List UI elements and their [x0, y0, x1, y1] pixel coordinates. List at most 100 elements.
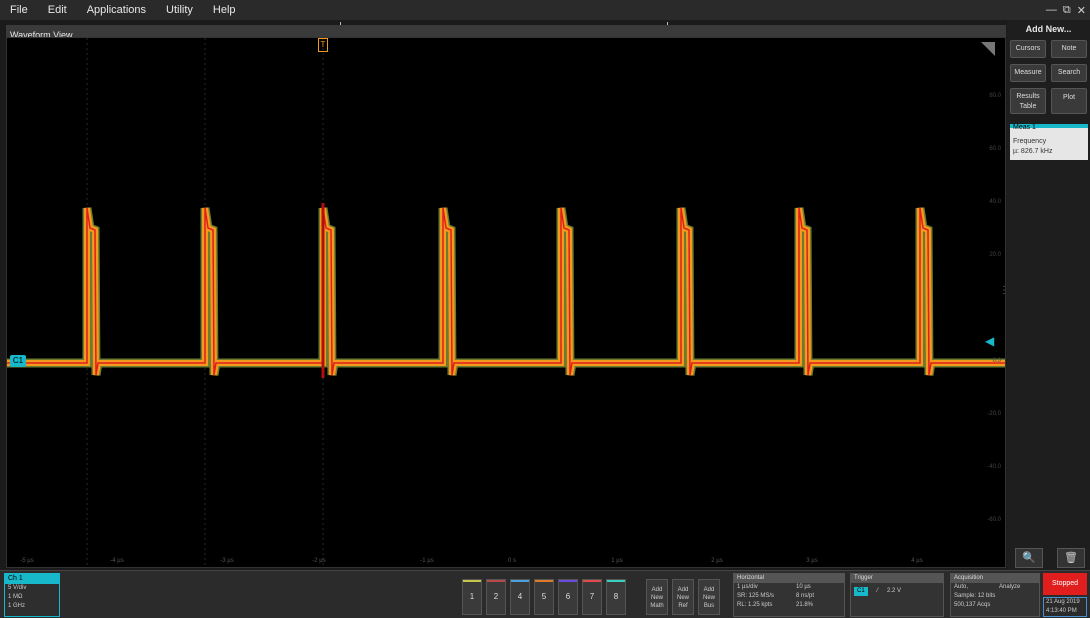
add-ref-line3: Ref — [678, 603, 688, 609]
menu-bar: File Edit Applications Utility Help — ⧉ … — [0, 0, 1090, 20]
add-bus-line1: Add — [703, 587, 715, 593]
add-ref-line2: New — [676, 595, 689, 601]
horizontal-badge[interactable]: Horizontal 1 µs/div SR: 125 MS/s RL: 1.2… — [733, 573, 845, 617]
channel-button-label: 2 — [493, 592, 499, 601]
note-button[interactable]: Note — [1051, 40, 1087, 58]
horizontal-duration: 10 µs — [796, 584, 811, 590]
add-new-title: Add New... — [1025, 24, 1072, 34]
panel-resize-handle-icon[interactable]: ⋮ — [999, 285, 1009, 305]
channel-1-badge[interactable]: Ch 1 5 V/div 1 MΩ 1 GHz — [4, 573, 60, 617]
channel-8-button[interactable]: 8 — [606, 579, 626, 615]
zoom-search-icon[interactable]: 🔍 — [1015, 548, 1043, 568]
cursors-button[interactable]: Cursors — [1010, 40, 1046, 58]
trigger-source: C1 — [854, 587, 868, 596]
window-controls: — ⧉ ✕ — [1046, 0, 1086, 20]
channel-4-button[interactable]: 4 — [510, 579, 530, 615]
channel-1-label: Ch 1 — [5, 574, 59, 584]
channel-7-button[interactable]: 7 — [582, 579, 602, 615]
horizontal-scale: 1 µs/div — [737, 584, 758, 590]
acquisition-sample: Sample: 12 bits — [954, 593, 996, 599]
channel-color-stripe — [535, 580, 553, 582]
trigger-position-marker[interactable]: T — [318, 38, 328, 52]
waveform-glow — [7, 207, 1005, 376]
waveform-trace-core — [7, 207, 1005, 376]
acquisition-badge[interactable]: Acquisition Auto, Sample: 12 bits 500,13… — [950, 573, 1040, 617]
waveform-view[interactable]: T C1 ◀ 80.0 60.0 40.0 20.0 0.0 -20.0 -40… — [6, 37, 1006, 568]
y-tick: 80.0 — [989, 93, 1001, 99]
channel-1-bandwidth: 1 GHz — [8, 603, 26, 609]
date: 21 Aug 2019 — [1046, 599, 1080, 605]
acquisition-count: 500,137 Acqs — [954, 602, 991, 608]
add-math-line2: New — [650, 595, 663, 601]
trigger-level: 2.2 V — [887, 588, 902, 594]
menu-applications[interactable]: Applications — [77, 0, 156, 20]
waveform-canvas — [7, 38, 1005, 567]
close-icon[interactable]: ✕ — [1077, 4, 1086, 17]
y-tick: 0.0 — [992, 358, 1001, 364]
measure-button[interactable]: Measure — [1010, 64, 1046, 82]
results-table-button[interactable]: Results Table — [1010, 88, 1046, 114]
minimize-icon[interactable]: — — [1046, 4, 1057, 16]
menu-utility[interactable]: Utility — [156, 0, 203, 20]
channel-1-offset-marker[interactable]: C1 — [10, 355, 26, 367]
channel-color-stripe — [463, 580, 481, 582]
add-bus-line2: New — [702, 595, 715, 601]
add-ref-line1: Add — [677, 587, 689, 593]
add-math-line3: Math — [650, 603, 664, 609]
trigger-slope-icon: ⁄ — [877, 588, 879, 594]
y-tick: 60.0 — [989, 146, 1001, 152]
waveform-view-header: Waveform View — [6, 25, 1006, 40]
x-tick: -2 µs — [312, 558, 326, 564]
y-tick: -60.0 — [987, 517, 1001, 523]
channel-color-stripe — [487, 580, 505, 582]
trash-icon[interactable]: 🗑 — [1057, 548, 1085, 568]
x-tick: 3 µs — [806, 558, 818, 564]
x-axis-ticks: -5 µs -4 µs -3 µs -2 µs -1 µs 0 s 1 µs 2 µs 3 µs… — [7, 558, 1007, 568]
add-new-ref-button[interactable]: Add New Ref — [672, 579, 694, 615]
add-math-line1: Add — [651, 587, 663, 593]
y-tick: -20.0 — [987, 411, 1001, 417]
channel-color-stripe — [511, 580, 529, 582]
horizontal-resolution: 8 ns/pt — [796, 593, 815, 599]
channel-button-label: 1 — [469, 592, 475, 601]
add-new-math-button[interactable]: Add New Math — [646, 579, 668, 615]
date-time: 21 Aug 2019 4:13:40 PM — [1043, 597, 1087, 617]
search-button[interactable]: Search — [1051, 64, 1087, 82]
settings-bar: Ch 1 5 V/div 1 MΩ 1 GHz 1 2 4 5 6 7 8 Add New … — [0, 570, 1090, 618]
add-bus-line3: Bus — [703, 603, 715, 609]
add-new-bus-button[interactable]: Add New Bus — [698, 579, 720, 615]
acquisition-mode: Auto, — [954, 584, 969, 590]
right-side-panel: Add New... Cursors Note Measure Search R… — [1007, 20, 1090, 570]
menu-help[interactable]: Help — [203, 0, 246, 20]
horizontal-record-length: RL: 1.25 kpts — [737, 602, 773, 608]
waveform-trace — [7, 207, 1005, 376]
x-tick: 1 µs — [611, 558, 623, 564]
x-tick: -3 µs — [220, 558, 234, 564]
horizontal-title: Horizontal — [734, 574, 844, 583]
y-tick: 20.0 — [989, 252, 1001, 258]
channel-button-label: 7 — [589, 592, 595, 601]
plot-button[interactable]: Plot — [1051, 88, 1087, 114]
measurement-badge[interactable]: Meas 1 Frequency µ: 826.7 kHz — [1010, 124, 1088, 160]
run-stop-button[interactable]: Stopped — [1043, 573, 1087, 595]
channel-button-label: 5 — [541, 592, 547, 601]
channel-1-button[interactable]: 1 — [462, 579, 482, 615]
trigger-badge[interactable]: Trigger C1 ⁄ 2.2 V — [850, 573, 944, 617]
menu-edit[interactable]: Edit — [38, 0, 77, 20]
channel-5-button[interactable]: 5 — [534, 579, 554, 615]
restore-icon[interactable]: ⧉ — [1063, 4, 1071, 17]
trigger-title: Trigger — [851, 574, 943, 583]
channel-color-stripe — [607, 580, 625, 582]
measurement-name: Meas 1 — [1013, 124, 1036, 131]
channel-6-button[interactable]: 6 — [558, 579, 578, 615]
channel-2-button[interactable]: 2 — [486, 579, 506, 615]
acquisition-analyze: Analyze — [999, 584, 1021, 590]
x-tick: 4 µs — [911, 558, 923, 564]
x-tick: 2 µs — [711, 558, 723, 564]
channel-color-stripe — [583, 580, 601, 582]
menu-file[interactable]: File — [0, 0, 38, 20]
measurement-value: µ: 826.7 kHz — [1013, 148, 1053, 155]
x-tick: -1 µs — [420, 558, 434, 564]
x-tick: 0 s — [507, 558, 517, 564]
scope-window: File Edit Applications Utility Help — ⧉ … — [0, 0, 1090, 618]
